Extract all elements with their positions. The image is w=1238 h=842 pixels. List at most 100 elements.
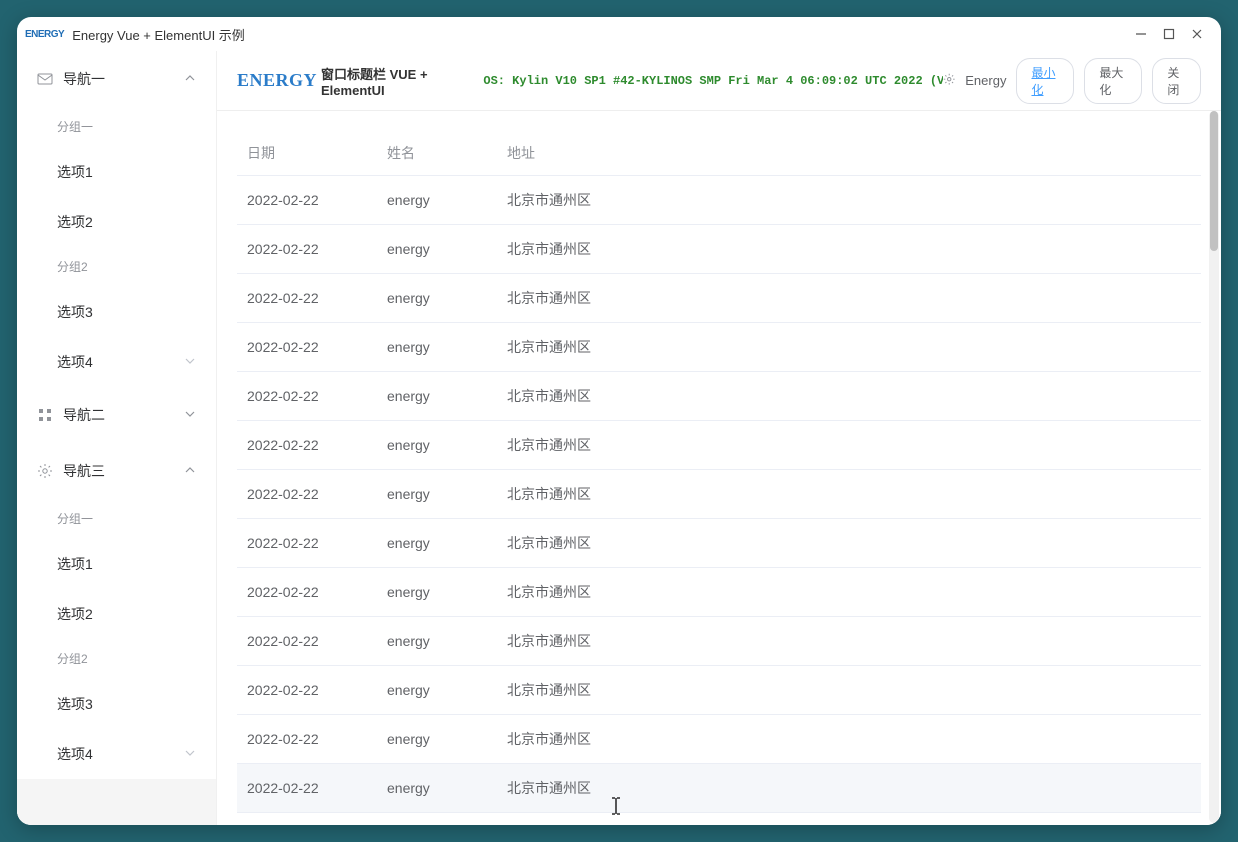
chevron-down-icon <box>184 746 196 762</box>
sidebar-nav3-label: 导航三 <box>63 461 105 481</box>
window-maximize-button[interactable] <box>1155 20 1183 48</box>
cell-address: 北京市通州区 <box>497 421 1201 470</box>
col-header-address[interactable]: 地址 <box>497 131 1201 176</box>
header-subtitle: 窗口标题栏 VUE + ElementUI <box>321 64 479 98</box>
cell-name: energy <box>377 225 497 274</box>
sidebar-nav1-label: 导航一 <box>63 69 105 89</box>
chevron-down-icon <box>184 407 196 423</box>
chevron-up-icon <box>184 463 196 479</box>
col-header-name[interactable]: 姓名 <box>377 131 497 176</box>
cell-address: 北京市通州区 <box>497 372 1201 421</box>
sidebar-nav1-opt3[interactable]: 选项3 <box>17 287 216 337</box>
cell-name: energy <box>377 519 497 568</box>
cell-name: energy <box>377 421 497 470</box>
cell-address: 北京市通州区 <box>497 617 1201 666</box>
sidebar-nav1-group2: 分组2 <box>17 247 216 287</box>
table-row[interactable]: 2022-02-22energy北京市通州区 <box>237 421 1201 470</box>
sidebar-nav3[interactable]: 导航三 <box>17 443 216 499</box>
app-logo-small: ENERGY <box>25 29 64 40</box>
table-row[interactable]: 2022-02-22energy北京市通州区 <box>237 568 1201 617</box>
cell-date: 2022-02-22 <box>237 715 377 764</box>
cell-name: energy <box>377 715 497 764</box>
cell-address: 北京市通州区 <box>497 323 1201 372</box>
sidebar-nav1-group1: 分组一 <box>17 107 216 147</box>
os-info: OS: Kylin V10 SP1 #42-KYLINOS SMP Fri Ma… <box>483 74 942 88</box>
sidebar-item-label: 选项2 <box>57 604 93 624</box>
sidebar-nav2[interactable]: 导航二 <box>17 387 216 443</box>
titlebar: ENERGY Energy Vue + ElementUI 示例 <box>17 17 1221 51</box>
window-title: Energy Vue + ElementUI 示例 <box>72 25 245 44</box>
table-row[interactable]: 2022-02-22energy北京市通州区 <box>237 372 1201 421</box>
maximize-icon <box>1163 28 1175 40</box>
header-bar: ENERGY 窗口标题栏 VUE + ElementUI OS: Kylin V… <box>217 51 1221 111</box>
sidebar-nav3-opt4[interactable]: 选项4 <box>17 729 216 779</box>
cell-address: 北京市通州区 <box>497 519 1201 568</box>
window-close-button[interactable] <box>1183 20 1211 48</box>
close-icon <box>1191 28 1203 40</box>
data-table: 日期 姓名 地址 2022-02-22energy北京市通州区2022-02-2… <box>237 131 1201 813</box>
col-header-date[interactable]: 日期 <box>237 131 377 176</box>
cell-name: energy <box>377 372 497 421</box>
table-row[interactable]: 2022-02-22energy北京市通州区 <box>237 617 1201 666</box>
main-area: ENERGY 窗口标题栏 VUE + ElementUI OS: Kylin V… <box>217 51 1221 825</box>
table-row[interactable]: 2022-02-22energy北京市通州区 <box>237 274 1201 323</box>
brand-logo: ENERGY <box>237 70 317 91</box>
cell-address: 北京市通州区 <box>497 568 1201 617</box>
table-row[interactable]: 2022-02-22energy北京市通州区 <box>237 519 1201 568</box>
cell-name: energy <box>377 568 497 617</box>
cell-address: 北京市通州区 <box>497 764 1201 813</box>
table-row[interactable]: 2022-02-22energy北京市通州区 <box>237 323 1201 372</box>
cell-name: energy <box>377 666 497 715</box>
cell-name: energy <box>377 764 497 813</box>
sidebar: 导航一 分组一 选项1 选项2 分组2 选项3 选项4 导航二 <box>17 51 217 825</box>
cell-address: 北京市通州区 <box>497 715 1201 764</box>
sidebar-nav1-opt2[interactable]: 选项2 <box>17 197 216 247</box>
table-header-row: 日期 姓名 地址 <box>237 131 1201 176</box>
sidebar-nav3-group1: 分组一 <box>17 499 216 539</box>
table-row[interactable]: 2022-02-22energy北京市通州区 <box>237 666 1201 715</box>
cell-date: 2022-02-22 <box>237 519 377 568</box>
close-button[interactable]: 关闭 <box>1152 58 1201 104</box>
cell-date: 2022-02-22 <box>237 568 377 617</box>
cell-date: 2022-02-22 <box>237 421 377 470</box>
cell-address: 北京市通州区 <box>497 666 1201 715</box>
sidebar-nav1-opt4[interactable]: 选项4 <box>17 337 216 387</box>
table-row[interactable]: 2022-02-22energy北京市通州区 <box>237 470 1201 519</box>
scrollbar-track[interactable] <box>1209 111 1219 823</box>
window-minimize-button[interactable] <box>1127 20 1155 48</box>
sidebar-nav3-opt1[interactable]: 选项1 <box>17 539 216 589</box>
minimize-icon <box>1135 28 1147 40</box>
cell-date: 2022-02-22 <box>237 274 377 323</box>
sidebar-nav2-label: 导航二 <box>63 405 105 425</box>
cell-date: 2022-02-22 <box>237 764 377 813</box>
sidebar-nav1-opt1[interactable]: 选项1 <box>17 147 216 197</box>
cell-name: energy <box>377 470 497 519</box>
sidebar-item-label: 选项4 <box>57 352 93 372</box>
table-row[interactable]: 2022-02-22energy北京市通州区 <box>237 715 1201 764</box>
cell-date: 2022-02-22 <box>237 176 377 225</box>
cell-address: 北京市通州区 <box>497 470 1201 519</box>
table-row[interactable]: 2022-02-22energy北京市通州区 <box>237 764 1201 813</box>
content-area: 日期 姓名 地址 2022-02-22energy北京市通州区2022-02-2… <box>217 111 1221 825</box>
sidebar-item-label: 选项1 <box>57 162 93 182</box>
cell-date: 2022-02-22 <box>237 470 377 519</box>
sidebar-item-label: 选项3 <box>57 302 93 322</box>
table-row[interactable]: 2022-02-22energy北京市通州区 <box>237 225 1201 274</box>
sidebar-nav1[interactable]: 导航一 <box>17 51 216 107</box>
sidebar-nav3-opt3[interactable]: 选项3 <box>17 679 216 729</box>
chevron-up-icon <box>184 71 196 87</box>
minimize-button-label: 最小化 <box>1031 66 1055 97</box>
table-row[interactable]: 2022-02-22energy北京市通州区 <box>237 176 1201 225</box>
cell-name: energy <box>377 176 497 225</box>
maximize-button[interactable]: 最大化 <box>1084 58 1142 104</box>
sidebar-item-label: 选项4 <box>57 744 93 764</box>
header-energy-label: Energy <box>965 73 1006 88</box>
gear-icon[interactable] <box>943 73 955 89</box>
cell-name: energy <box>377 617 497 666</box>
minimize-button[interactable]: 最小化 <box>1016 58 1074 104</box>
sidebar-nav3-opt2[interactable]: 选项2 <box>17 589 216 639</box>
sidebar-item-label: 选项3 <box>57 694 93 714</box>
gear-icon <box>37 463 53 479</box>
sidebar-item-label: 选项2 <box>57 212 93 232</box>
scrollbar-thumb[interactable] <box>1210 111 1218 251</box>
